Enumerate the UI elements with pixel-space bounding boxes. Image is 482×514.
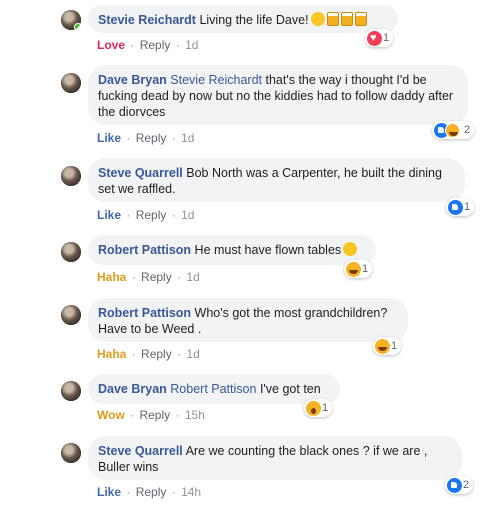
separator: · (175, 38, 180, 52)
reply-button[interactable]: Reply (136, 131, 167, 145)
comment-actions: Like · Reply · 1d (97, 208, 194, 222)
comment-author[interactable]: Robert Pattison (98, 243, 191, 257)
beer-emoji-icon (354, 12, 367, 26)
timestamp[interactable]: 15h (185, 408, 205, 422)
separator: · (126, 485, 131, 499)
comment-text: He must have flown tables (194, 243, 342, 257)
comment-author[interactable]: Robert Pattison (98, 306, 191, 320)
separator: · (171, 131, 176, 145)
comment-author[interactable]: Steve Quarrell (98, 444, 183, 458)
avatar[interactable] (61, 73, 81, 93)
reply-button[interactable]: Reply (139, 408, 170, 422)
separator: · (175, 408, 180, 422)
comment-text: Living the life Dave! (199, 13, 309, 27)
separator: · (177, 347, 182, 361)
comment-actions: Wow · Reply · 15h (97, 408, 205, 422)
avatar[interactable] (61, 242, 81, 262)
timestamp[interactable]: 1d (186, 347, 199, 361)
like-button[interactable]: Like (97, 208, 121, 222)
reaction-summary[interactable]: 1 (365, 29, 394, 47)
timestamp[interactable]: 1d (185, 38, 198, 52)
reaction-count: 2 (463, 479, 470, 491)
avatar[interactable] (61, 305, 81, 325)
comment-actions: Like · Reply · 1d (97, 131, 194, 145)
avatar[interactable] (61, 10, 81, 30)
reaction-summary[interactable]: 2 (432, 121, 475, 139)
reaction-count: 1 (464, 201, 471, 213)
reaction-count: 1 (362, 263, 369, 275)
separator: · (171, 208, 176, 222)
mention-link[interactable]: Robert Pattison (170, 382, 256, 396)
haha-reaction-icon (375, 338, 390, 354)
avatar[interactable] (61, 166, 81, 186)
separator: · (131, 347, 136, 361)
reply-button[interactable]: Reply (140, 38, 171, 52)
like-reaction-icon (448, 199, 463, 215)
comment-actions: Love · Reply · 1d (97, 38, 198, 52)
reaction-count: 1 (322, 402, 329, 414)
avatar[interactable] (61, 381, 81, 401)
comment-bubble: Dave Bryan Robert Pattison I've got ten (88, 374, 340, 404)
separator: · (130, 408, 135, 422)
haha-button[interactable]: Haha (97, 347, 126, 361)
grimace-emoji-icon (343, 242, 358, 256)
reply-button[interactable]: Reply (136, 485, 167, 499)
reaction-summary[interactable]: 1 (304, 399, 333, 417)
comment-author[interactable]: Dave Bryan (98, 73, 167, 87)
separator: · (131, 270, 136, 284)
like-reaction-icon (447, 477, 462, 493)
haha-reaction-icon (346, 261, 361, 277)
timestamp[interactable]: 14h (181, 485, 201, 499)
separator: · (130, 38, 135, 52)
comment-bubble: Dave Bryan Stevie Reichardt that's the w… (88, 65, 468, 125)
comment-bubble: Steve Quarrell Are we counting the black… (88, 436, 462, 480)
separator: · (126, 131, 131, 145)
wow-button[interactable]: Wow (97, 408, 125, 422)
comment-actions: Haha · Reply · 1d (97, 347, 200, 361)
haha-button[interactable]: Haha (97, 270, 126, 284)
separator: · (177, 270, 182, 284)
timestamp[interactable]: 1d (186, 270, 199, 284)
beer-emoji-icon (326, 12, 339, 26)
rofl-emoji-icon (310, 12, 325, 26)
love-reaction-icon (367, 30, 382, 46)
comment-author[interactable]: Steve Quarrell (98, 166, 183, 180)
haha-reaction-icon (445, 122, 460, 138)
timestamp[interactable]: 1d (181, 208, 194, 222)
reaction-count: 1 (383, 32, 390, 44)
comment-bubble: Robert Pattison Who's got the most grand… (88, 298, 408, 342)
reply-button[interactable]: Reply (136, 208, 167, 222)
comment-author[interactable]: Stevie Reichardt (98, 13, 196, 27)
reaction-count: 1 (391, 340, 398, 352)
reaction-count: 2 (464, 124, 471, 136)
avatar[interactable] (61, 443, 81, 463)
comment-bubble: Steve Quarrell Bob North was a Carpenter… (88, 158, 465, 202)
like-button[interactable]: Like (97, 131, 121, 145)
separator: · (126, 208, 131, 222)
comment-bubble: Robert Pattison He must have flown table… (88, 235, 376, 265)
beer-emoji-icon (340, 12, 353, 26)
comment-actions: Haha · Reply · 1d (97, 270, 200, 284)
reaction-summary[interactable]: 1 (373, 337, 402, 355)
reply-button[interactable]: Reply (141, 347, 172, 361)
like-button[interactable]: Like (97, 485, 121, 499)
comment-actions: Like · Reply · 14h (97, 485, 201, 499)
comment-text: I've got ten (259, 382, 321, 396)
reply-button[interactable]: Reply (141, 270, 172, 284)
reaction-summary[interactable]: 1 (344, 260, 373, 278)
mention-link[interactable]: Stevie Reichardt (170, 73, 262, 87)
love-button[interactable]: Love (97, 38, 125, 52)
separator: · (171, 485, 176, 499)
online-indicator-icon (74, 23, 81, 30)
comment-bubble: Stevie Reichardt Living the life Dave! (88, 5, 398, 33)
reaction-summary[interactable]: 2 (445, 476, 474, 494)
reaction-summary[interactable]: 1 (446, 198, 475, 216)
wow-reaction-icon (306, 400, 321, 416)
comment-author[interactable]: Dave Bryan (98, 382, 167, 396)
timestamp[interactable]: 1d (181, 131, 194, 145)
